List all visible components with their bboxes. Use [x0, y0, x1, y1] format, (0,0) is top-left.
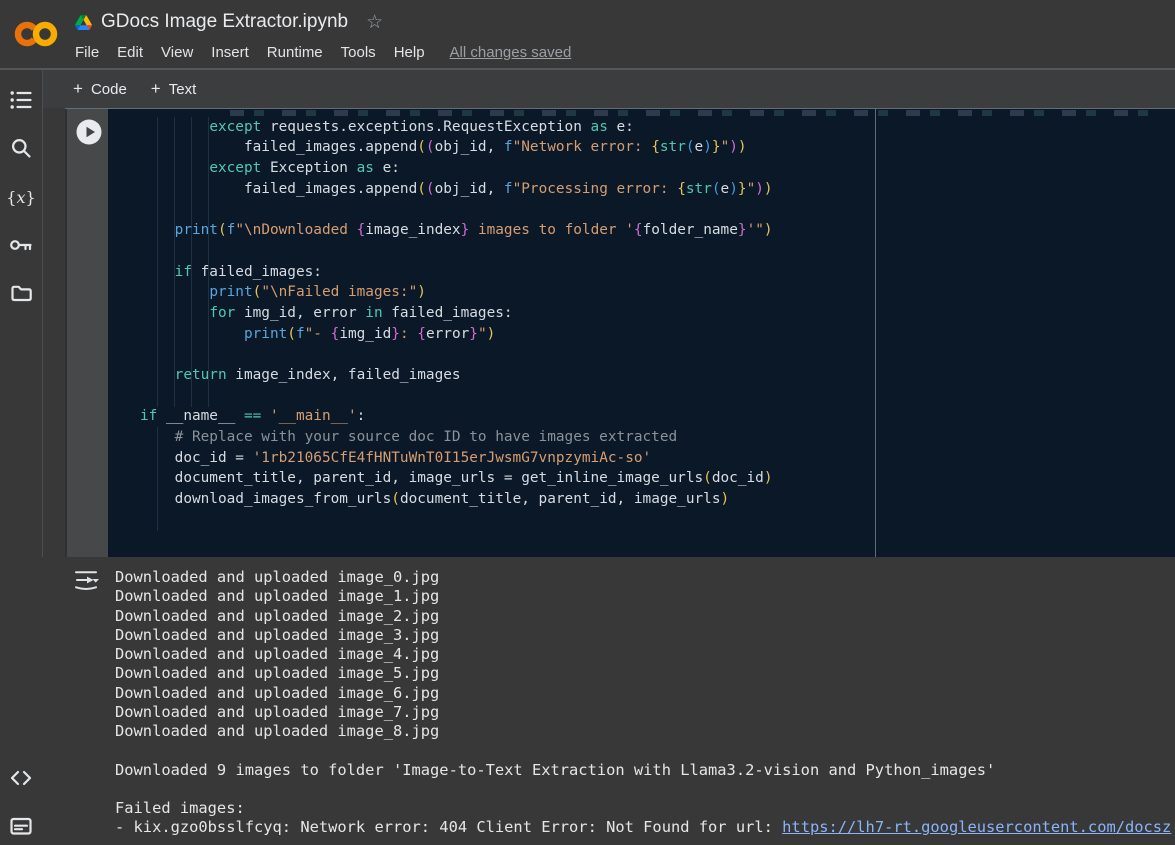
menubar: FileEditViewInsertRuntimeToolsHelp All ch… — [66, 40, 571, 64]
files-folder-icon[interactable] — [0, 279, 42, 307]
colab-logo-icon[interactable] — [12, 16, 60, 52]
code-line: document_title, parent_id, image_urls = … — [140, 468, 1175, 489]
output-line: Downloaded and uploaded image_5.jpg — [115, 664, 1175, 683]
code-editor[interactable]: except requests.exceptions.RequestExcept… — [108, 109, 1175, 557]
code-line — [140, 386, 1175, 407]
add-code-label: Code — [91, 81, 127, 98]
search-icon[interactable] — [0, 134, 42, 162]
output-line: Downloaded and uploaded image_7.jpg — [115, 703, 1175, 722]
code-line — [140, 241, 1175, 262]
menu-item-view[interactable]: View — [152, 42, 202, 63]
code-line: print(f"\nDownloaded {image_index} image… — [140, 220, 1175, 241]
output-line: - kix.gzo0bsslfcyq: Network error: 404 C… — [115, 818, 1175, 837]
failed-image-url-link[interactable]: https://lh7-rt.googleusercontent.com/doc… — [782, 818, 1171, 836]
code-line: doc_id = '1rb21065CfE4fHNTuWnT0I15erJwsm… — [140, 448, 1175, 469]
notebook-title[interactable]: GDocs Image Extractor.ipynb — [101, 11, 348, 33]
menu-item-tools[interactable]: Tools — [332, 42, 385, 63]
menu-item-insert[interactable]: Insert — [202, 42, 258, 63]
code-line: if failed_images: — [140, 262, 1175, 283]
menu-item-file[interactable]: File — [66, 42, 108, 63]
table-of-contents-icon[interactable] — [0, 86, 42, 114]
output-line: Failed images: — [115, 799, 1175, 818]
code-line: except requests.exceptions.RequestExcept… — [140, 117, 1175, 138]
code-line — [140, 199, 1175, 220]
run-cell-button[interactable] — [76, 119, 102, 145]
output-line: Downloaded 9 images to folder 'Image-to-… — [115, 761, 1175, 780]
code-lines: except requests.exceptions.RequestExcept… — [108, 109, 1175, 510]
code-line: return image_index, failed_images — [140, 365, 1175, 386]
cell-output: Downloaded and uploaded image_0.jpgDownl… — [42, 557, 1175, 845]
menu-item-help[interactable]: Help — [385, 42, 434, 63]
output-line — [115, 741, 1175, 760]
code-line: if __name__ == '__main__': — [140, 406, 1175, 427]
code-cell: except requests.exceptions.RequestExcept… — [65, 108, 1175, 557]
menu-item-runtime[interactable]: Runtime — [258, 42, 332, 63]
add-text-label: Text — [169, 81, 197, 98]
output-line: Downloaded and uploaded image_4.jpg — [115, 645, 1175, 664]
code-line — [140, 344, 1175, 365]
code-line: print("\nFailed images:") — [140, 282, 1175, 303]
terminal-icon[interactable] — [0, 812, 42, 840]
plus-icon: + — [151, 79, 161, 99]
secrets-key-icon[interactable] — [0, 231, 42, 259]
cell-gutter — [65, 109, 108, 557]
add-code-button[interactable]: + Code — [73, 79, 127, 99]
output-line — [115, 780, 1175, 799]
code-line: # Replace with your source doc ID to hav… — [140, 427, 1175, 448]
output-icon[interactable] — [73, 569, 99, 591]
output-line: Downloaded and uploaded image_2.jpg — [115, 607, 1175, 626]
output-line: Downloaded and uploaded image_3.jpg — [115, 626, 1175, 645]
add-text-button[interactable]: + Text — [151, 79, 196, 99]
output-line: Downloaded and uploaded image_1.jpg — [115, 587, 1175, 606]
left-sidebar: {x} — [0, 70, 43, 845]
code-line: except Exception as e: — [140, 158, 1175, 179]
code-snippets-icon[interactable] — [0, 764, 42, 792]
cell-toolbar: + Code + Text — [42, 70, 1175, 108]
code-line: for img_id, error in failed_images: — [140, 303, 1175, 324]
plus-icon: + — [73, 79, 83, 99]
code-line: failed_images.append((obj_id, f"Processi… — [140, 179, 1175, 200]
output-line: Downloaded and uploaded image_6.jpg — [115, 684, 1175, 703]
star-outline-icon[interactable]: ☆ — [366, 13, 383, 32]
save-status[interactable]: All changes saved — [450, 44, 572, 61]
output-line: Downloaded and uploaded image_0.jpg — [115, 568, 1175, 587]
code-line — [140, 109, 1175, 117]
app-header: GDocs Image Extractor.ipynb ☆ FileEditVi… — [0, 0, 1175, 70]
code-line: download_images_from_urls(document_title… — [140, 489, 1175, 510]
output-text: Downloaded and uploaded image_0.jpgDownl… — [115, 568, 1175, 838]
code-line: print(f"- {img_id}: {error}") — [140, 324, 1175, 345]
variables-icon[interactable]: {x} — [0, 183, 42, 211]
google-drive-icon — [75, 15, 92, 30]
code-line: failed_images.append((obj_id, f"Network … — [140, 137, 1175, 158]
output-line: Downloaded and uploaded image_8.jpg — [115, 722, 1175, 741]
menu-item-edit[interactable]: Edit — [108, 42, 152, 63]
